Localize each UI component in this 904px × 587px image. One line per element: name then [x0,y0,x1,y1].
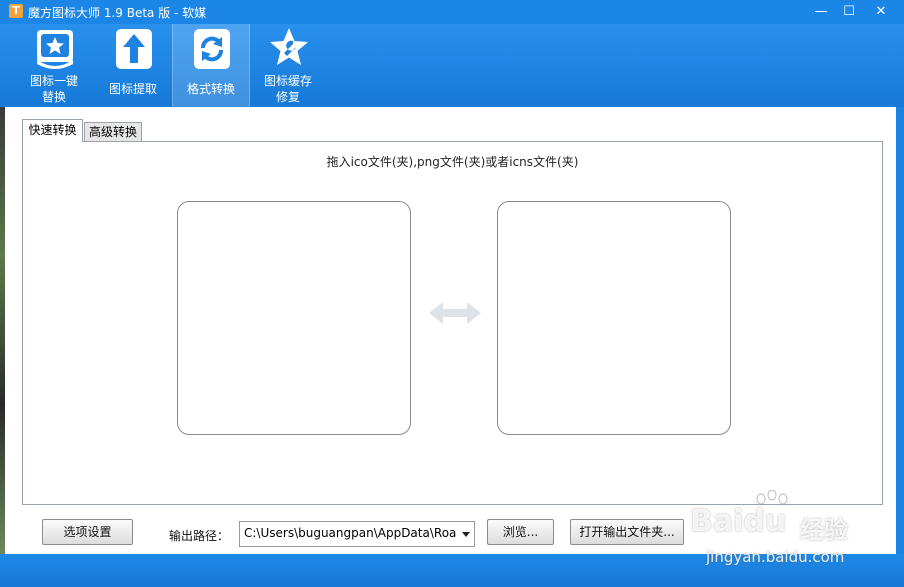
title-bar: T 魔方图标大师 1.9 Beta 版 - 软媒 — ☐ ✕ [0,0,904,24]
chevron-down-icon[interactable] [462,532,470,537]
watermark-logo: Baidu [690,504,787,539]
browse-button[interactable]: 浏览... [487,519,554,545]
tool-label-line2: 修复 [275,90,300,104]
maximize-button[interactable]: ☐ [836,2,862,22]
tab-quick-convert[interactable]: 快速转换 [22,119,83,142]
tool-label-line1: 图标一键 [29,74,78,88]
source-drop-zone[interactable] [177,201,411,435]
window-title: 魔方图标大师 1.9 Beta 版 - 软媒 [28,6,207,20]
double-arrow-icon [429,302,481,324]
quick-convert-panel: 拖入ico文件(夹),png文件(夹)或者icns文件(夹) [22,141,883,505]
minimize-button[interactable]: — [808,2,834,22]
app-icon: T [9,4,23,18]
star-card-icon [37,30,73,69]
baidu-watermark: Baidu 经验 jingyan.baidu.com [690,490,890,580]
refresh-icon [194,29,230,69]
upload-arrow-icon [116,29,152,69]
watermark-url: jingyan.baidu.com [706,548,845,566]
open-output-folder-button[interactable]: 打开输出文件夹... [570,519,684,545]
tool-icon-extract[interactable]: 图标提取 [95,24,171,107]
tab-advanced-convert[interactable]: 高级转换 [84,122,142,142]
tool-label-line1: 图标缓存 [263,74,312,88]
tool-label-line1: 图标提取 [108,82,157,96]
output-path-value: C:\Users\buguangpan\AppData\Roa [244,526,456,540]
output-path-label: 输出路径： [169,529,230,543]
tool-label-line1: 格式转换 [186,82,235,96]
watermark-chinese: 经验 [800,516,848,544]
main-toolbar: 图标一键 替换 图标提取 格式转换 图标缓存 修复 [0,24,904,107]
window-border-right [896,107,904,554]
output-path-select[interactable]: C:\Users\buguangpan\AppData\Roa [239,521,475,547]
tool-format-convert[interactable]: 格式转换 [172,24,250,107]
tool-label-line2: 替换 [41,90,66,104]
tool-icon-replace[interactable]: 图标一键 替换 [16,24,92,107]
target-drop-zone[interactable] [497,201,731,435]
options-button[interactable]: 选项设置 [42,519,133,545]
close-button[interactable]: ✕ [868,2,894,22]
tool-cache-repair[interactable]: 图标缓存 修复 [250,24,326,107]
wrench-star-icon [270,28,308,65]
main-content: 快速转换 高级转换 拖入ico文件(夹),png文件(夹)或者icns文件(夹)… [5,107,896,554]
drop-hint: 拖入ico文件(夹),png文件(夹)或者icns文件(夹) [326,155,579,169]
